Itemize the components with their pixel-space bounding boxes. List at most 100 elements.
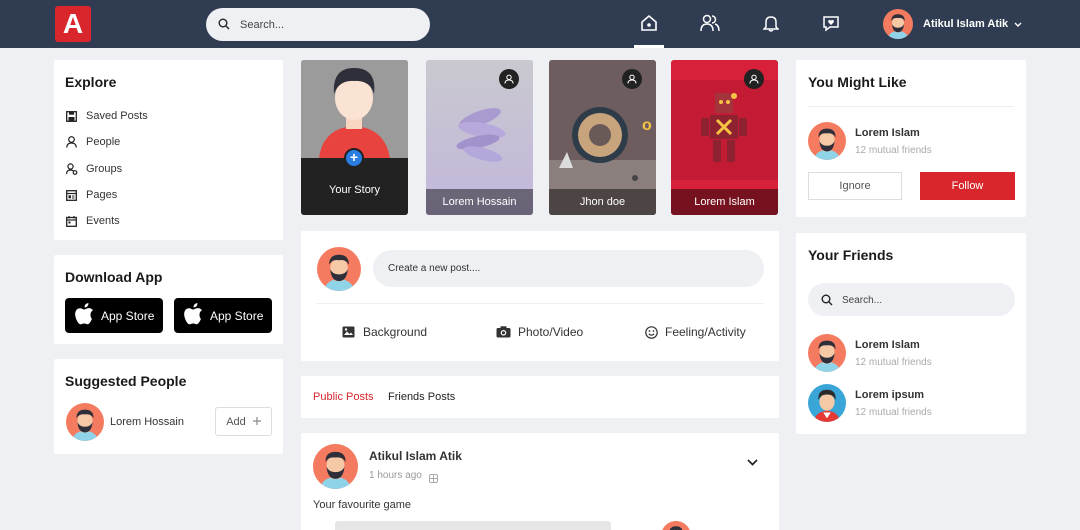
user-name: Atikul Islam Atik [923,18,1009,30]
search-icon [821,293,833,311]
messages-icon[interactable] [820,12,842,34]
suggested-friend[interactable]: Lorem Islam 12 mutual friends [808,122,932,160]
profile-icon [622,69,642,89]
page-icon [66,189,80,201]
post-text: Your favourite game [313,499,412,511]
follow-button[interactable]: Follow [920,172,1015,200]
post-author[interactable]: Atikul Islam Atik [369,449,462,463]
app-store-button[interactable]: App Store [65,298,163,333]
image-edit-icon [342,326,356,339]
add-friend-button[interactable]: Add [215,407,272,436]
smiley-icon [645,325,658,339]
person-icon [66,136,80,148]
chevron-down-icon[interactable] [747,453,758,471]
friends-search-box[interactable] [808,283,1015,316]
feeling-activity-button[interactable]: Feeling/Activity [645,325,746,339]
group-icon [66,163,80,175]
story-name: Lorem Hossain [426,189,533,215]
story-card[interactable]: o Jhon doe [549,60,656,215]
tab-friends-posts[interactable]: Friends Posts [388,391,455,403]
globe-icon [429,470,438,488]
friends-title: Your Friends [808,247,894,263]
app-store-label: App Store [101,308,155,323]
sidebar-item-pages[interactable]: Pages [66,182,148,208]
mutual-friends: 12 mutual friends [855,406,932,418]
background-label: Background [363,325,428,339]
apple-icon [75,303,94,328]
divider [317,303,764,304]
friends-icon[interactable] [699,12,721,34]
download-app-panel: Download App App Store App Store [54,255,283,344]
sidebar-item-groups[interactable]: Groups [66,156,148,182]
suggested-people-panel: Suggested People Lorem Hossain Add [54,359,283,454]
might-like-title: You Might Like [808,74,907,90]
you-might-like-panel: You Might Like Lorem Islam 12 mutual fri… [796,60,1026,217]
app-store-label: App Store [210,308,264,323]
friend-name: Lorem Islam [855,338,920,351]
sidebar-item-label: Events [86,215,120,228]
friend-list-item[interactable]: Lorem Islam 12 mutual friends [808,334,932,372]
avatar [808,334,846,372]
user-avatar [883,9,913,39]
app-store-button[interactable]: App Store [174,298,272,333]
top-search-box[interactable] [206,8,430,41]
add-story-icon[interactable]: + [344,148,364,168]
chevron-down-icon [1014,15,1022,33]
apple-icon [184,303,203,328]
sidebar-item-saved-posts[interactable]: Saved Posts [66,103,148,129]
background-button[interactable]: Background [342,325,427,339]
profile-menu[interactable]: Atikul Islam Atik [883,9,1022,39]
your-friends-panel: Your Friends Lorem Islam 12 mutual frien… [796,233,1026,434]
story-name: Jhon doe [549,189,656,215]
search-icon [218,17,230,35]
friends-search-input[interactable] [842,290,1002,310]
sidebar-item-people[interactable]: People [66,129,148,155]
sidebar-item-label: Groups [86,162,123,175]
story-card[interactable]: Lorem Hossain [426,60,533,215]
avatar[interactable] [313,444,358,489]
profile-icon [744,69,764,89]
create-post-panel: Background Photo/Video Feeling/Activity [301,231,779,361]
feed-tabs: Public Posts Friends Posts [301,376,779,418]
home-icon[interactable] [638,12,660,34]
photo-video-button[interactable]: Photo/Video [496,325,583,339]
avatar [661,521,691,530]
avatar[interactable] [66,403,104,441]
top-search-input[interactable] [240,15,420,35]
sidebar-item-label: People [86,136,121,149]
explore-title: Explore [65,74,117,90]
post-media[interactable] [335,521,611,530]
notification-bell-icon[interactable] [760,12,782,34]
story-name: Lorem Islam [671,189,778,215]
story-card[interactable]: Lorem Islam [671,60,778,215]
home-active-indicator [634,45,664,48]
feeling-activity-label: Feeling/Activity [665,325,746,339]
post-time: 1 hours ago [369,470,422,481]
avatar [317,247,361,291]
mutual-friends: 12 mutual friends [855,356,932,368]
svg-text:o: o [642,117,652,134]
avatar [808,384,846,422]
app-logo[interactable]: A [55,6,91,42]
divider [808,106,1014,107]
plus-icon [252,416,261,428]
suggested-person-name[interactable]: Lorem Hossain [110,416,184,428]
story-avatar-image [301,60,408,158]
camera-icon [496,326,511,338]
save-icon [66,110,80,122]
photo-video-label: Photo/Video [518,325,584,339]
profile-icon [499,69,519,89]
mutual-friends: 12 mutual friends [855,144,932,156]
ignore-button[interactable]: Ignore [808,172,902,200]
friend-name: Lorem ipsum [855,388,925,401]
friend-list-item[interactable]: Lorem ipsum 12 mutual friends [808,384,932,422]
create-post-input[interactable] [373,250,764,287]
sidebar-item-label: Saved Posts [86,110,148,123]
tab-public-posts[interactable]: Public Posts [313,391,374,403]
explore-panel: Explore Saved Posts People Groups Pages … [54,60,283,240]
sidebar-item-events[interactable]: Events [66,208,148,234]
your-story-card[interactable]: + Your Story [301,60,408,215]
download-title: Download App [65,269,163,285]
sidebar-item-label: Pages [86,189,118,202]
person-name: Lorem Islam [855,126,920,139]
